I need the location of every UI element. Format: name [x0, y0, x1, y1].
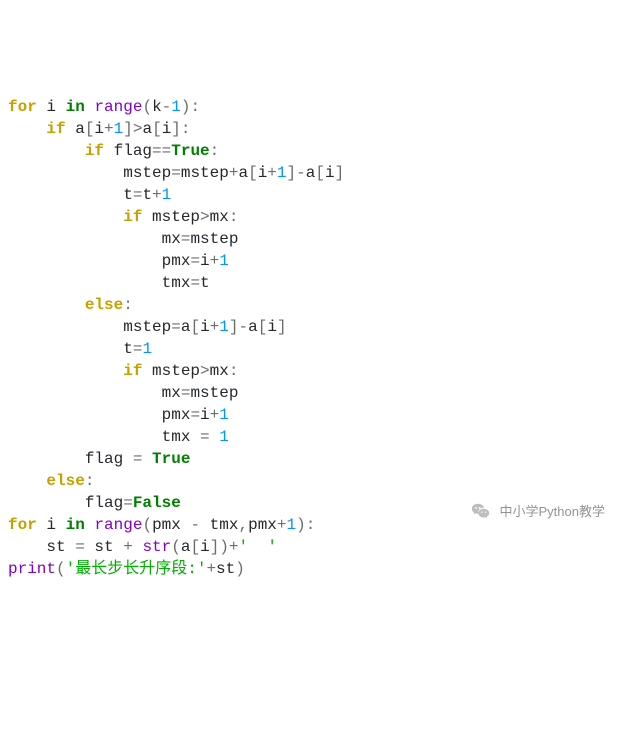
code-line: tmx = 1	[8, 426, 613, 448]
code-line: flag = True	[8, 448, 613, 470]
code-line: if flag==True:	[8, 140, 613, 162]
code-line: pmx=i+1	[8, 404, 613, 426]
code-line: tmx=t	[8, 272, 613, 294]
code-line: t=t+1	[8, 184, 613, 206]
code-line: if mstep>mx:	[8, 206, 613, 228]
code-line: for i in range(k-1):	[8, 96, 613, 118]
wechat-icon	[470, 501, 492, 523]
code-line: mstep=a[i+1]-a[i]	[8, 316, 613, 338]
code-line: t=1	[8, 338, 613, 360]
watermark-text: 中小学Python教学	[500, 501, 605, 523]
code-line: if a[i+1]>a[i]:	[8, 118, 613, 140]
code-line: mx=mstep	[8, 228, 613, 250]
code-line: else:	[8, 294, 613, 316]
code-line: print('最长步长升序段:'+st)	[8, 558, 613, 580]
code-line: mstep=mstep+a[i+1]-a[i]	[8, 162, 613, 184]
code-line: st = st + str(a[i])+' '	[8, 536, 613, 558]
code-line: pmx=i+1	[8, 250, 613, 272]
watermark: 中小学Python教学	[470, 501, 605, 523]
code-line: if mstep>mx:	[8, 360, 613, 382]
code-line: else:	[8, 470, 613, 492]
code-line: mx=mstep	[8, 382, 613, 404]
